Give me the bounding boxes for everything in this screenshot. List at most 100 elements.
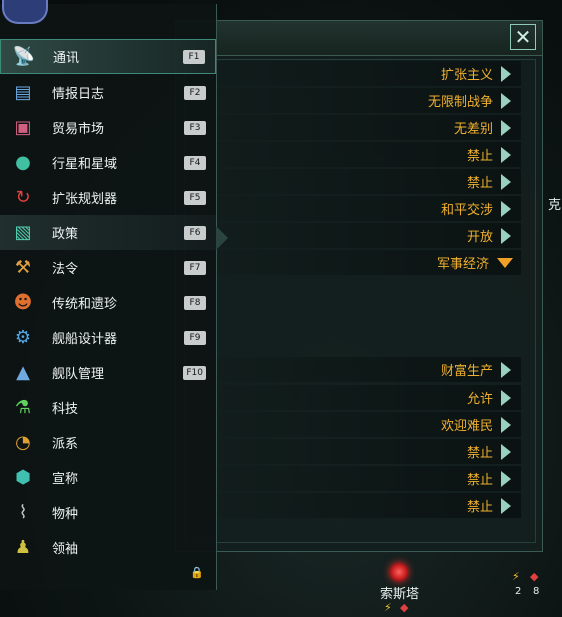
empire-emblem[interactable] — [2, 0, 48, 24]
main-menu: 📡 通讯 F1 ▤ 情报日志 F2 ▣ 贸易市场 F3 ● 行星和星域 F4 ↻… — [0, 4, 217, 590]
policy-row[interactable]: 禁止 — [215, 493, 521, 518]
expand-arrow-icon[interactable] — [501, 65, 511, 82]
expand-arrow-icon[interactable] — [501, 443, 511, 460]
menu-item-communications[interactable]: 📡 通讯 F1 — [0, 39, 216, 74]
menu-item-label: 行星和星域 — [52, 157, 118, 172]
selection-pointer — [216, 226, 228, 250]
expand-arrow-icon[interactable] — [501, 146, 511, 163]
policy-row[interactable]: 和平交涉 — [215, 196, 521, 221]
menu-item-edicts[interactable]: ⚒ 法令 F7 — [0, 250, 216, 285]
policy-value: 禁止 — [466, 500, 493, 515]
menu-item-species[interactable]: ⌇ 物种 — [0, 495, 216, 530]
system-name[interactable]: 索斯塔 — [380, 583, 419, 602]
menu-item-technology[interactable]: ⚗ 科技 — [0, 390, 216, 425]
policy-row[interactable]: 禁止 — [215, 466, 521, 491]
policy-value: 扩张主义 — [440, 68, 493, 83]
expand-arrow-icon[interactable] — [501, 92, 511, 109]
policy-value: 欢迎难民 — [440, 419, 493, 434]
hotkey-badge: F8 — [184, 295, 206, 310]
menu-item-planets[interactable]: ● 行星和星域 F4 — [0, 145, 216, 180]
expansion-planner-icon: ↻ — [15, 187, 31, 208]
menu-item-ship-designer[interactable]: ⚙ 舰船设计器 F9 — [0, 320, 216, 355]
factions-icon: ◔ — [15, 432, 31, 453]
menu-item-label: 物种 — [52, 507, 79, 522]
traditions-icon: ☻ — [13, 292, 33, 313]
menu-item-label: 舰队管理 — [52, 367, 105, 382]
menu-item-label: 舰船设计器 — [52, 332, 118, 347]
expand-arrow-icon[interactable] — [501, 227, 511, 244]
policies-window-header: ✕ — [176, 21, 542, 56]
policy-row[interactable]: 财富生产 — [215, 357, 521, 382]
policy-row[interactable]: 无差别 — [215, 115, 521, 140]
policy-value: 开放 — [466, 230, 493, 245]
menu-item-policies[interactable]: ▧ 政策 F6 — [0, 215, 216, 250]
menu-item-label: 政策 — [52, 227, 79, 242]
menu-item-market[interactable]: ▣ 贸易市场 F3 — [0, 110, 216, 145]
close-icon: ✕ — [514, 25, 532, 49]
leaders-icon: ♟ — [14, 537, 32, 558]
minerals-icon: ◆ — [400, 601, 409, 614]
hotkey-badge: F4 — [184, 155, 206, 170]
menu-item-situation-log[interactable]: ▤ 情报日志 F2 — [0, 75, 216, 110]
claims-icon: ⬢ — [15, 467, 31, 488]
expand-arrow-icon[interactable] — [501, 200, 511, 217]
policy-row[interactable]: 允许 — [215, 385, 521, 410]
menu-item-label: 宣称 — [52, 472, 79, 487]
policy-value: 财富生产 — [440, 364, 493, 379]
planets-icon: ● — [15, 152, 31, 173]
menu-item-traditions[interactable]: ☻ 传统和遗珍 F8 — [0, 285, 216, 320]
policy-value: 禁止 — [466, 149, 493, 164]
policy-row[interactable]: 禁止 — [215, 142, 521, 167]
hotkey-badge: F2 — [184, 85, 206, 100]
policies-icon: ▧ — [14, 222, 32, 243]
menu-item-factions[interactable]: ◔ 派系 — [0, 425, 216, 460]
energy-icon: ⚡ — [512, 570, 520, 583]
menu-item-label: 领袖 — [52, 542, 79, 557]
expand-arrow-icon[interactable] — [501, 497, 511, 514]
star-system-marker[interactable] — [390, 563, 408, 581]
hotkey-badge: F6 — [184, 225, 206, 240]
hotkey-badge: F5 — [184, 190, 206, 205]
policy-row[interactable]: 扩张主义 — [215, 61, 521, 86]
hotkey-badge: F1 — [183, 49, 205, 64]
hotkey-badge: F9 — [184, 330, 206, 345]
ship-designer-icon: ⚙ — [14, 327, 32, 348]
policy-value: 禁止 — [466, 176, 493, 191]
policy-value: 军事经济 — [436, 257, 489, 272]
minerals-icon: ◆ — [530, 570, 539, 583]
menu-item-leaders[interactable]: ♟ 领袖 — [0, 530, 216, 565]
communications-icon: 📡 — [12, 46, 36, 67]
close-button[interactable]: ✕ — [510, 24, 536, 50]
collapse-arrow-icon[interactable] — [497, 257, 513, 268]
market-icon: ▣ — [14, 117, 32, 138]
hotkey-badge: F10 — [183, 365, 206, 380]
expand-arrow-icon[interactable] — [501, 416, 511, 433]
policy-value: 禁止 — [466, 446, 493, 461]
policy-row-expanded[interactable]: 军事经济 — [215, 250, 521, 275]
policy-row[interactable]: 开放 — [215, 223, 521, 248]
menu-item-label: 传统和遗珍 — [52, 297, 118, 312]
menu-item-claims[interactable]: ⬢ 宣称 — [0, 460, 216, 495]
policy-row[interactable]: 无限制战争 — [215, 88, 521, 113]
policy-value: 和平交涉 — [440, 203, 493, 218]
policy-row[interactable]: 禁止 — [215, 169, 521, 194]
policy-value: 禁止 — [466, 473, 493, 488]
lock-icon[interactable]: 🔒 — [190, 566, 204, 579]
hotkey-badge: F3 — [184, 120, 206, 135]
fleet-manager-icon: ▲ — [16, 362, 30, 383]
expand-arrow-icon[interactable] — [501, 389, 511, 406]
expand-arrow-icon[interactable] — [501, 119, 511, 136]
menu-item-label: 通讯 — [53, 51, 80, 66]
minerals-count: 8 — [533, 586, 540, 597]
policy-row[interactable]: 欢迎难民 — [215, 412, 521, 437]
expand-arrow-icon[interactable] — [501, 361, 511, 378]
edicts-icon: ⚒ — [14, 257, 32, 278]
expand-arrow-icon[interactable] — [501, 173, 511, 190]
policy-value: 允许 — [466, 392, 493, 407]
policy-value: 无差别 — [453, 122, 493, 137]
expand-arrow-icon[interactable] — [501, 470, 511, 487]
policy-row[interactable]: 禁止 — [215, 439, 521, 464]
menu-item-label: 贸易市场 — [52, 122, 105, 137]
menu-item-fleet-manager[interactable]: ▲ 舰队管理 F10 — [0, 355, 216, 390]
menu-item-expansion-planner[interactable]: ↻ 扩张规划器 F5 — [0, 180, 216, 215]
